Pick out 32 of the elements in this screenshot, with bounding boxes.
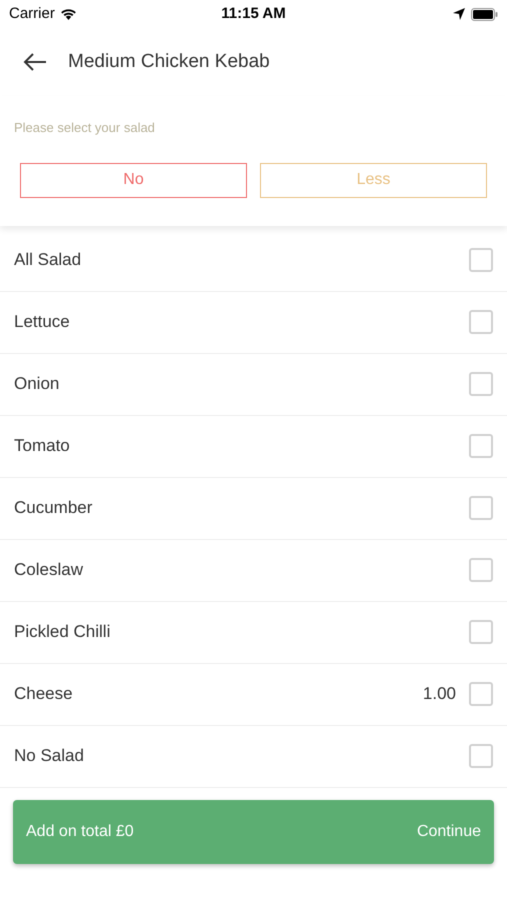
item-name: Pickled Chilli [14,621,112,644]
item-name: Cheese [14,683,74,706]
wifi-icon [60,8,77,20]
checkbox[interactable] [469,744,493,768]
item-name: Coleslaw [14,559,84,582]
checkbox[interactable] [469,496,493,520]
carrier-label: Carrier [9,4,55,24]
clock-time: 11:15 AM [221,4,286,24]
checkbox[interactable] [469,558,493,582]
item-name: Onion [14,373,60,396]
checkbox[interactable] [469,248,493,272]
add-on-total: Add on total £0 [26,822,134,842]
checkbox[interactable] [469,372,493,396]
item-name: Tomato [14,435,71,458]
location-arrow-icon [452,8,465,20]
item-name: No Salad [14,745,85,768]
item-price: 1.00 [422,683,456,706]
continue-label: Continue [416,822,481,842]
continue-bar[interactable]: Add on total £0 Continue [13,800,494,864]
prompt-text: Please select your salad [14,119,156,137]
item-name: Lettuce [14,311,71,334]
item-name: All Salad [14,249,82,272]
checkbox[interactable] [469,620,493,644]
checkbox[interactable] [469,310,493,334]
battery-icon [470,8,498,20]
item-name: Cucumber [14,497,94,520]
option-button[interactable]: Less [260,162,487,198]
page-title: Medium Chicken Kebab [68,50,270,74]
option-button[interactable]: No [20,162,247,198]
back-arrow-icon [23,52,47,72]
checkbox[interactable] [469,434,493,458]
checkbox[interactable] [469,682,493,706]
